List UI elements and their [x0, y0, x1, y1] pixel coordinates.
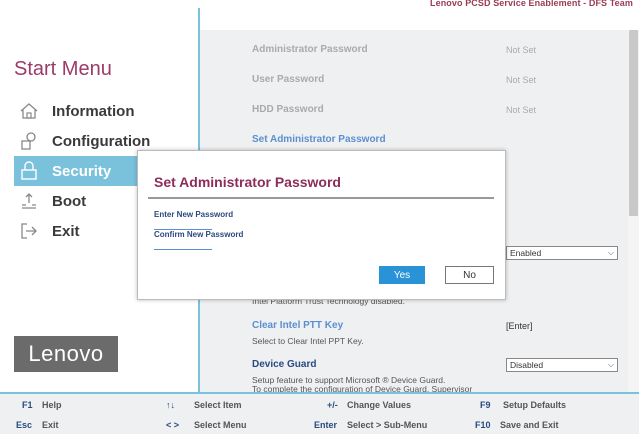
footer-key: Enter [314, 420, 338, 430]
brand-header: Lenovo PCSD Service Enablement - DFS Tea… [430, 0, 633, 8]
clear-ptt-key-value: [Enter] [506, 321, 533, 331]
ptt-select-value: Enabled [510, 248, 542, 258]
footer-key: F10 [475, 420, 491, 430]
lock-icon [18, 160, 40, 182]
device-guard-select-value: Disabled [510, 360, 544, 370]
boot-icon [18, 190, 40, 212]
scrollbar-thumb[interactable] [629, 30, 638, 216]
footer-label: Select > Sub-Menu [347, 420, 428, 430]
new-password-field[interactable] [154, 221, 212, 230]
footer-label: Exit [42, 420, 59, 430]
device-guard-select[interactable]: Disabled ⌵ [506, 358, 618, 372]
chevron-down-icon: ⌵ [607, 248, 614, 257]
hdd-password-value: Not Set [506, 105, 537, 115]
exit-icon [18, 220, 40, 242]
sidebar-item-information[interactable]: Information [14, 96, 198, 126]
no-button[interactable]: No [445, 266, 494, 284]
device-guard-label: Device Guard [252, 359, 317, 370]
admin-password-value: Not Set [506, 45, 537, 55]
dialog-divider [148, 197, 494, 199]
shapes-icon [18, 130, 40, 152]
user-password-label: User Password [252, 74, 325, 85]
sidebar-item-label: Exit [52, 222, 80, 240]
footer-keybar: F1 Help ↑↓ Select Item +/- Change Values… [0, 392, 639, 434]
clear-ptt-key-item[interactable]: Clear Intel PTT Key [252, 320, 343, 331]
lenovo-logo: Lenovo [14, 336, 118, 372]
home-icon [18, 100, 40, 122]
footer-label: Help [42, 400, 62, 410]
footer-key: F1 [22, 400, 33, 410]
footer-label: Save and Exit [500, 420, 559, 430]
footer-key: Esc [16, 420, 33, 430]
admin-password-label: Administrator Password [252, 44, 368, 55]
confirm-password-field[interactable] [154, 241, 212, 250]
footer-label: Setup Defaults [503, 400, 567, 410]
enter-password-label: Enter New Password [154, 210, 234, 219]
device-guard-description-2: To complete the configuration of Device … [252, 384, 473, 392]
clear-ptt-description: Select to Clear Intel PPT Key. [252, 336, 364, 346]
dialog-title: Set Administrator Password [154, 174, 341, 190]
sidebar-item-label: Security [52, 162, 112, 180]
set-admin-password-item[interactable]: Set Administrator Password [252, 134, 386, 145]
footer-label: Select Menu [194, 420, 247, 430]
sidebar-item-label: Configuration [52, 132, 151, 150]
ptt-select[interactable]: Enabled ⌵ [506, 246, 618, 260]
set-admin-password-dialog: Set Administrator Password Enter New Pas… [137, 150, 506, 300]
chevron-down-icon: ⌵ [607, 360, 614, 369]
sidebar-item-label: Information [52, 102, 135, 120]
footer-key: < > [166, 420, 180, 430]
footer-key: ↑↓ [166, 400, 175, 410]
yes-button[interactable]: Yes [379, 266, 425, 284]
confirm-password-label: Confirm New Password [154, 230, 244, 239]
user-password-value: Not Set [506, 75, 537, 85]
footer-key: +/- [327, 400, 338, 410]
footer-label: Change Values [347, 400, 412, 410]
footer-key: F9 [480, 400, 491, 410]
start-menu-title: Start Menu [14, 58, 112, 80]
footer-label: Select Item [194, 400, 242, 410]
sidebar-item-label: Boot [52, 192, 87, 210]
hdd-password-label: HDD Password [252, 104, 324, 115]
